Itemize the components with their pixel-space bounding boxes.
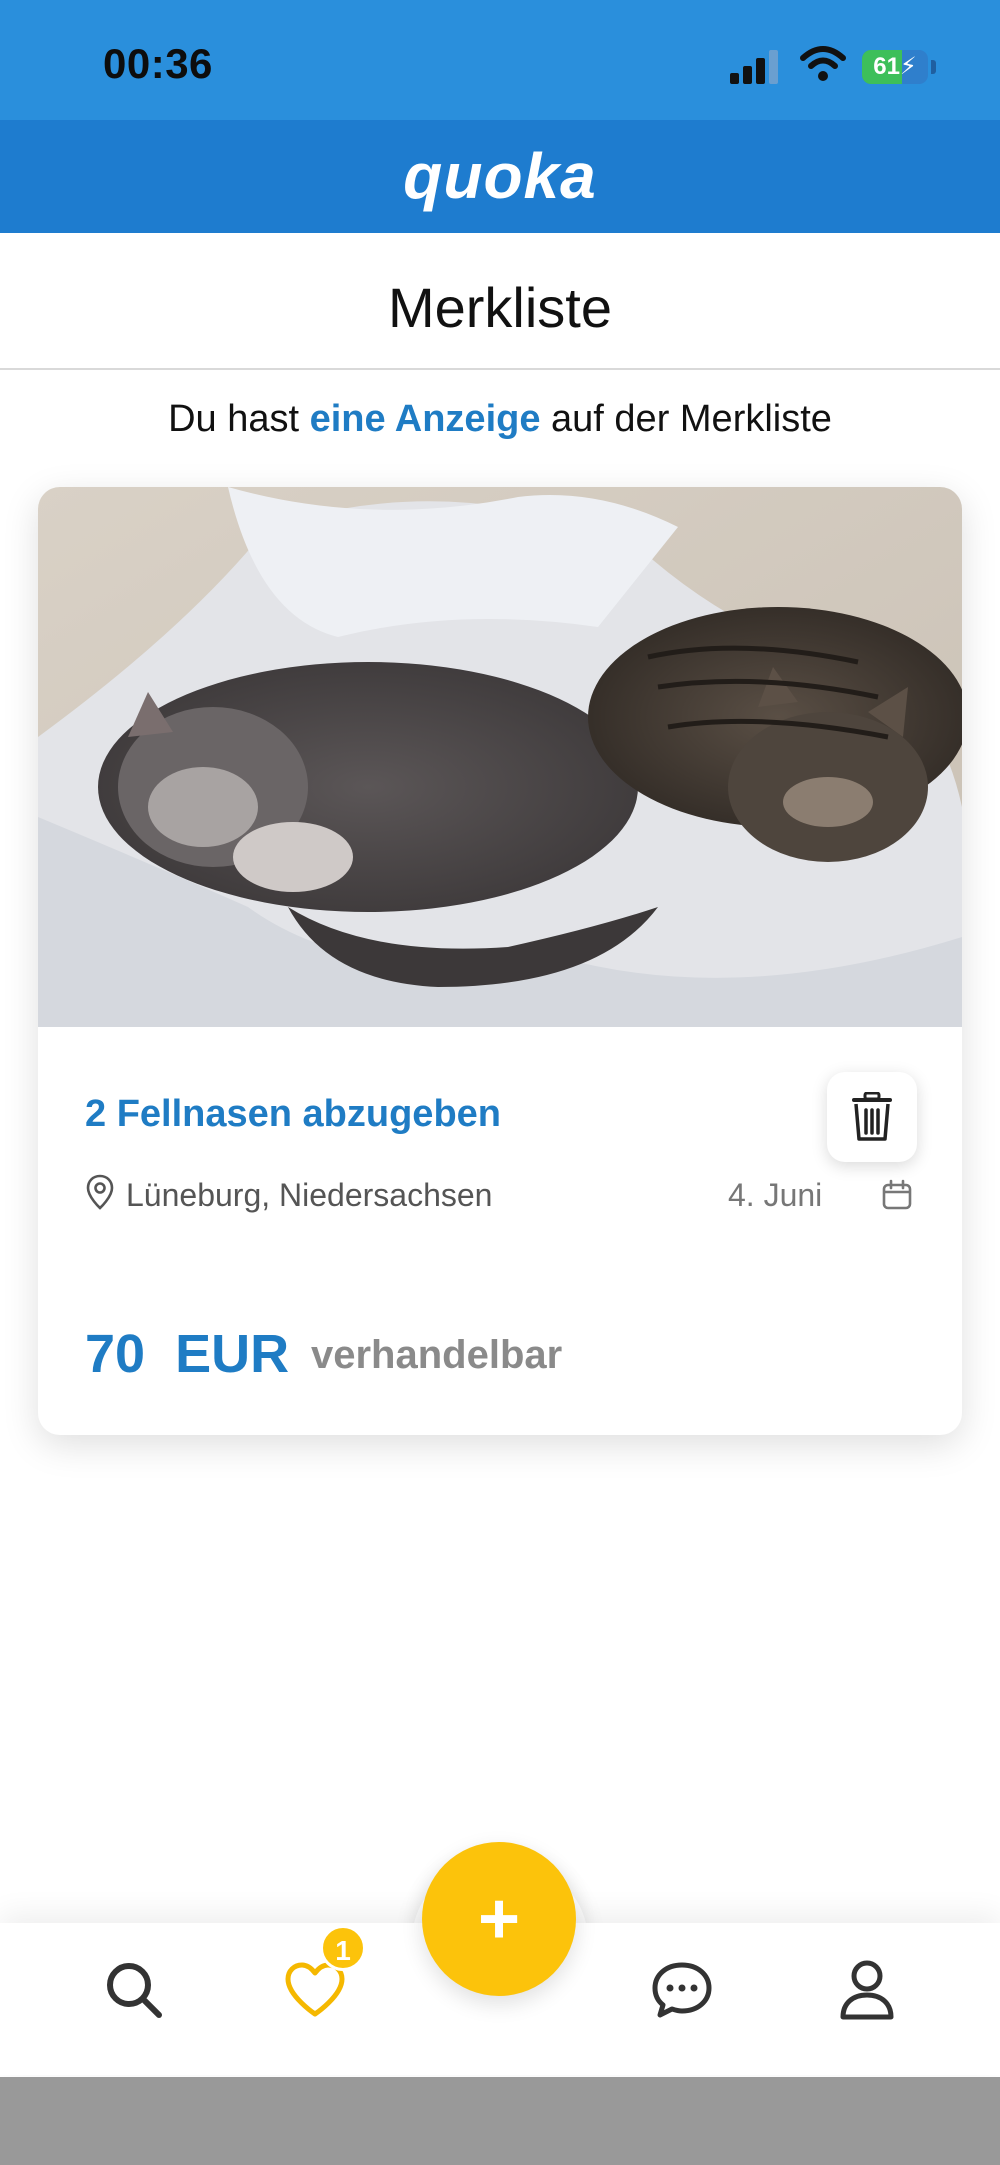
page-header: Merkliste [0, 233, 1000, 370]
nav-profile-button[interactable] [827, 1950, 907, 2030]
listing-price: 70 EUR [85, 1324, 290, 1384]
wifi-icon [800, 46, 846, 81]
summary-count-link[interactable]: eine Anzeige [310, 398, 541, 440]
status-time: 00:36 [103, 40, 213, 87]
battery-label: 61 [873, 53, 900, 80]
listing-location: Lüneburg, Niedersachsen [126, 1177, 493, 1213]
cats-image [38, 487, 962, 1027]
summary-suffix: auf der Merkliste [540, 398, 832, 440]
delete-button[interactable] [827, 1072, 917, 1162]
plus-icon: + [477, 1879, 521, 1959]
battery-indicator: 61⚡ [862, 50, 928, 84]
chat-icon [652, 1962, 712, 2018]
listing-date: 4. Juni [728, 1177, 823, 1213]
user-icon [840, 1960, 894, 2020]
summary-prefix: Du hast [168, 398, 310, 440]
create-listing-button[interactable]: + [422, 1842, 576, 1996]
listing-card[interactable]: 2 Fellnasen abzugeben Lüneburg, Niedersa… [38, 487, 962, 1435]
map-pin-icon [86, 1174, 114, 1210]
listing-title[interactable]: 2 Fellnasen abzugeben [85, 1093, 501, 1136]
page-title: Merkliste [387, 276, 613, 339]
heart-icon [285, 1962, 345, 2017]
price-negotiable-label: verhandelbar [311, 1333, 563, 1377]
nav-search-button[interactable] [94, 1950, 174, 2030]
search-icon [107, 1963, 162, 2018]
listing-photo[interactable] [38, 487, 962, 1027]
signal-icon [730, 50, 782, 84]
brand-bar: quoka [0, 120, 1000, 233]
nav-messages-button[interactable] [642, 1950, 722, 2030]
favorites-count-badge: 1 [320, 1925, 366, 1971]
calendar-icon [882, 1179, 912, 1210]
trash-icon [852, 1092, 892, 1141]
quoka-logo[interactable]: quoka [0, 120, 1000, 233]
system-bottom-bar [0, 2077, 1000, 2165]
status-bar: 00:36 61⚡ [0, 0, 1000, 120]
watchlist-summary: Du hast eine Anzeige auf der Merkliste [0, 398, 1000, 441]
